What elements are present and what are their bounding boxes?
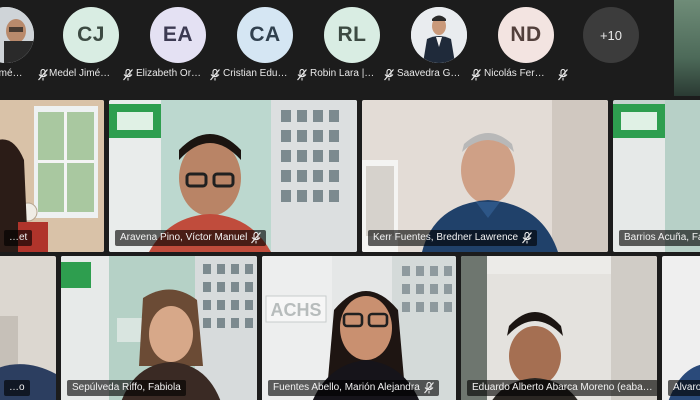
mic-muted-icon (210, 69, 220, 81)
participant-name: Kerr Fuentes, Bredner Lawrence (373, 232, 519, 243)
video-tile[interactable]: Alvaro… (662, 256, 700, 400)
participant-label: …o (4, 380, 30, 396)
participant-avatar: CA (237, 7, 293, 63)
mic-muted-icon (384, 69, 394, 81)
participant-name: Alvaro… (673, 382, 700, 393)
participant-thumb[interactable]: Amé… (0, 0, 50, 92)
participant-photo (0, 7, 34, 63)
participant-label: Eduardo Alberto Abarca Moreno (eaba… (467, 380, 657, 396)
participant-thumb[interactable]: Saavedra G… (395, 0, 483, 92)
video-tile[interactable]: Kerr Fuentes, Bredner Lawrence (362, 100, 608, 252)
video-tile[interactable]: Eduardo Alberto Abarca Moreno (eaba… (461, 256, 657, 400)
participant-name: Amé… (0, 68, 23, 79)
participant-label: Fuentes Abello, Marión Alejandra (268, 380, 439, 396)
mic-muted-icon (522, 232, 533, 244)
participant-name: Barrios Acuña, Fab… (624, 232, 700, 243)
video-feed: ACHS (262, 256, 456, 400)
video-call-window: Amé… CJ Medel Jimé… EA Elizabeth Or… CA … (0, 0, 700, 400)
participant-label: Sepúlveda Riffo, Fabiola (67, 380, 186, 396)
video-feed (461, 256, 657, 400)
video-feed (662, 256, 700, 400)
video-tile[interactable]: …et (0, 100, 104, 252)
mic-muted-icon (423, 382, 434, 394)
participant-label: Aravena Pino, Víctor Manuel (115, 230, 267, 246)
participant-name: …o (9, 382, 25, 393)
mic-muted-icon (558, 69, 568, 81)
video-feed (0, 256, 56, 400)
video-feed (61, 256, 257, 400)
participant-photo-edge (674, 0, 700, 96)
participant-thumb[interactable]: CA Cristian Edu… (221, 0, 309, 92)
participant-label: Alvaro… (668, 380, 700, 396)
participant-name: Eduardo Alberto Abarca Moreno (eaba… (472, 382, 653, 393)
participant-avatar: CJ (63, 7, 119, 63)
participant-name: …et (9, 232, 28, 243)
participant-thumb[interactable]: CJ Medel Jimé… (47, 0, 135, 92)
participant-label: Barrios Acuña, Fab… (619, 230, 700, 246)
participant-name: Cristian Edu… (223, 68, 288, 79)
video-tile[interactable]: Barrios Acuña, Fab… (613, 100, 700, 252)
mic-muted-icon (297, 69, 307, 81)
participant-avatar: RL (324, 7, 380, 63)
video-tile[interactable]: …o (0, 256, 56, 400)
participant-name: Aravena Pino, Víctor Manuel (120, 232, 248, 243)
participant-label: Kerr Fuentes, Bredner Lawrence (368, 230, 538, 246)
participant-thumb[interactable]: ND Nicolás Fer… (482, 0, 570, 92)
video-tile[interactable]: Aravena Pino, Víctor Manuel (109, 100, 357, 252)
video-tile[interactable]: Sepúlveda Riffo, Fabiola (61, 256, 257, 400)
participant-name: Robin Lara |… (310, 68, 375, 79)
participant-strip: Amé… CJ Medel Jimé… EA Elizabeth Or… CA … (0, 0, 700, 98)
participant-name: Fuentes Abello, Marión Alejandra (273, 382, 420, 393)
mic-muted-icon (251, 232, 262, 244)
participant-name: Nicolás Fer… (484, 68, 545, 79)
participant-avatar: ND (498, 7, 554, 63)
achs-sign-text: ACHS (270, 300, 321, 320)
participant-label: …et (4, 230, 33, 246)
mic-muted-icon (471, 69, 481, 81)
participant-name: Sepúlveda Riffo, Fabiola (72, 382, 181, 393)
mic-muted-icon (123, 69, 133, 81)
video-tile[interactable]: ACHS Fuentes Abello, Marión Alejandra (262, 256, 456, 400)
participant-avatar: EA (150, 7, 206, 63)
participant-name: Elizabeth Or… (136, 68, 202, 79)
participant-name: Medel Jimé… (49, 68, 111, 79)
more-participants-button[interactable]: +10 (583, 7, 639, 63)
participant-thumb[interactable]: RL Robin Lara |… (308, 0, 396, 92)
participant-photo (411, 7, 467, 63)
participant-name: Saavedra G… (397, 68, 461, 79)
participant-thumb[interactable]: EA Elizabeth Or… (134, 0, 222, 92)
